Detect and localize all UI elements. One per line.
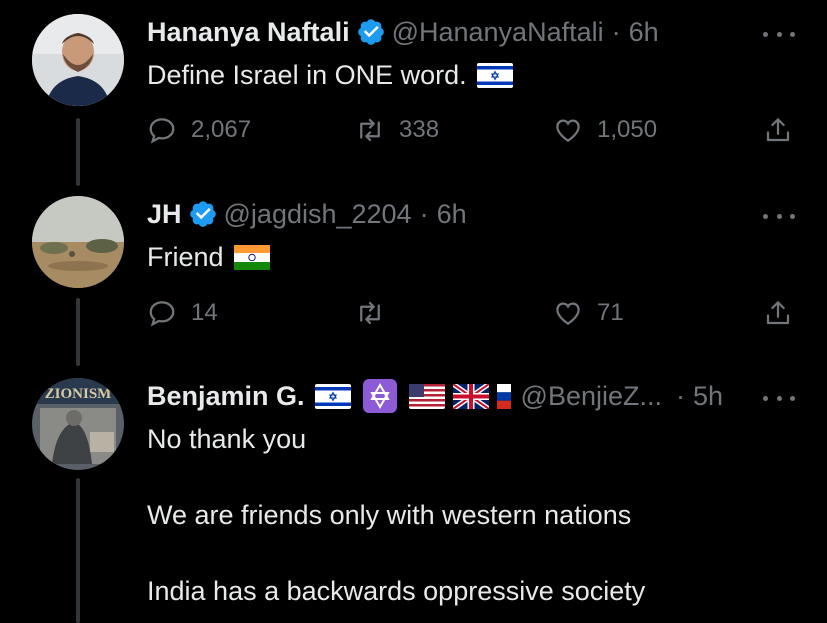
share-icon [763,115,793,145]
share-button[interactable] [763,115,793,145]
retweet-count: 338 [399,116,440,143]
usa-flag [408,383,445,409]
avatar-text: ZIONISM [45,386,112,402]
verified-badge-icon [356,17,386,47]
like-icon [553,298,583,328]
timestamp[interactable]: 5h [693,381,723,412]
retweet-icon [355,298,385,328]
tweet-text: Define Israel in ONE word. [147,56,513,94]
reply-button[interactable]: 2,067 [147,115,251,145]
like-count: 71 [597,299,624,326]
tweet[interactable]: ZIONISM Benjamin G. @BenjieZ... · 5h No … [0,364,827,623]
share-button[interactable] [763,298,793,328]
tweet-text-line: We are friends only with western nations [147,500,632,530]
avatar[interactable]: ZIONISM [32,378,124,470]
avatar-photo [32,14,124,106]
tweet-header: Benjamin G. @BenjieZ... · 5h [147,378,723,414]
avatar-photo: ZIONISM [32,378,124,470]
reply-count: 14 [191,299,218,326]
timestamp[interactable]: 6h [629,17,659,48]
like-button[interactable]: 1,050 [553,115,657,145]
avatar[interactable] [32,14,124,106]
more-icon[interactable] [763,28,795,40]
share-icon [763,298,793,328]
retweet-icon [355,115,385,145]
separator: · [611,16,621,47]
israel-flag [476,62,513,88]
like-icon [553,115,583,145]
separator: · [419,198,429,229]
russia-flag [496,383,511,409]
timestamp[interactable]: 6h [437,199,467,230]
separator: · [676,380,685,411]
india-flag [233,244,270,270]
reply-icon [147,298,177,328]
reply-icon [147,115,177,145]
tweet-text-content: Define Israel in ONE word. [147,60,467,90]
handle[interactable]: @HananyaNaftali [392,17,604,48]
tweet[interactable]: Hananya Naftali @HananyaNaftali · 6h Def… [0,0,827,180]
avatar[interactable] [32,196,124,288]
reply-button[interactable]: 14 [147,298,218,328]
tweet-header: JH @jagdish_2204 · 6h [147,196,467,232]
retweet-button[interactable] [355,298,385,328]
handle[interactable]: @BenjieZ... [521,381,662,412]
tweet-text-line: No thank you [147,424,307,454]
tweet-text: Friend [147,238,270,276]
action-bar: 14 71 [147,298,807,338]
verified-badge-icon [188,199,218,229]
like-count: 1,050 [597,116,658,143]
tweet-header: Hananya Naftali @HananyaNaftali · 6h [147,14,659,50]
display-name[interactable]: Hananya Naftali [147,17,350,48]
more-icon[interactable] [763,392,795,404]
handle[interactable]: @jagdish_2204 [224,199,412,230]
avatar-photo [32,196,124,288]
retweet-button[interactable]: 338 [355,115,439,145]
tweet-text-line: India has a backwards oppressive society [147,576,646,606]
display-name[interactable]: JH [147,199,182,230]
action-bar: 2,067 338 1,050 [147,115,807,155]
reply-count: 2,067 [191,116,252,143]
star-of-david-emoji [362,379,397,413]
like-button[interactable]: 71 [553,298,624,328]
tweet-text-content: Friend [147,242,224,272]
israel-flag [314,383,351,409]
uk-flag [452,383,489,409]
display-name[interactable]: Benjamin G. [147,381,305,412]
tweet[interactable]: JH @jagdish_2204 · 6h Friend 14 71 [0,182,827,362]
more-icon[interactable] [763,210,795,222]
